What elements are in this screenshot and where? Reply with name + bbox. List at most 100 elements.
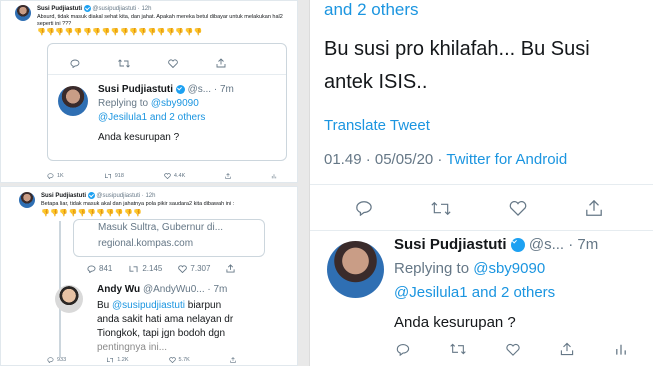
verified-badge-icon bbox=[87, 192, 95, 199]
retweet-button[interactable]: 2.145 bbox=[128, 264, 162, 273]
verified-badge-icon bbox=[175, 84, 185, 94]
mention-link[interactable]: @susipudjiastuti bbox=[112, 300, 185, 311]
thumbs-down-emojis: 👎👎👎👎👎👎👎👎👎👎👎 bbox=[41, 210, 143, 217]
reply-button[interactable]: 933 bbox=[47, 357, 66, 363]
share-icon[interactable] bbox=[560, 342, 574, 356]
replying-others-link[interactable]: @Jesilula1 and 2 others bbox=[394, 284, 555, 301]
tweet-panel-top-left: Susi Pudjiastuti @susipudjiastuti · 12h … bbox=[0, 0, 298, 183]
share-icon[interactable] bbox=[226, 264, 235, 273]
retweet-button[interactable] bbox=[450, 343, 466, 355]
author-name[interactable]: Susi Pudjiastuti bbox=[98, 84, 173, 95]
author-name[interactable]: Susi Pudjiastuti bbox=[37, 6, 82, 12]
divider bbox=[310, 184, 653, 185]
reply-handle-time: @s... · 7m bbox=[187, 84, 234, 95]
divider bbox=[48, 74, 286, 75]
tweet-text: Bu susi pro khilafah... Bu Susi antek IS… bbox=[324, 33, 590, 99]
tweet-actions bbox=[355, 199, 603, 217]
reply-header: Susi Pudjiastuti @s... · 7m bbox=[394, 236, 598, 253]
embedded-actions bbox=[70, 58, 226, 68]
reply-text-line1-rest: biarpun bbox=[187, 300, 222, 311]
reply-count: 1K bbox=[57, 173, 64, 179]
tweet-text-line2: antek ISIS.. bbox=[324, 71, 428, 93]
verified-badge-icon bbox=[510, 238, 525, 253]
tweet-actions: 933 1.2K 5.7K bbox=[47, 357, 242, 363]
replying-prefix: Replying to bbox=[98, 98, 149, 109]
reply-header: Susi Pudjiastuti @s... · 7m bbox=[98, 84, 234, 95]
replying-prefix: Replying to bbox=[394, 260, 470, 277]
replying-to: Replying to @sby9090 bbox=[394, 260, 545, 277]
mention-link[interactable]: @sby9090 bbox=[473, 260, 545, 277]
retweet-count: 918 bbox=[114, 173, 124, 179]
share-icon[interactable] bbox=[230, 357, 236, 363]
card-title: Masuk Sultra, Gubernur di... bbox=[98, 222, 224, 233]
retweet-button[interactable] bbox=[431, 201, 451, 216]
tweet-source-link[interactable]: Twitter for Android bbox=[446, 151, 567, 168]
reply-button[interactable]: 1K bbox=[47, 173, 64, 179]
like-count: 4.4K bbox=[173, 173, 186, 179]
reply-button[interactable] bbox=[396, 343, 410, 356]
share-icon[interactable] bbox=[225, 173, 231, 179]
avatar[interactable] bbox=[58, 86, 88, 116]
avatar[interactable] bbox=[19, 192, 35, 208]
tweet-actions: 1K 918 4.4K bbox=[47, 173, 277, 179]
analytics-icon[interactable] bbox=[271, 173, 277, 179]
reply-text-line4: pentingnya ini... bbox=[97, 342, 168, 353]
tweet-timestamp: 01.49 · 05/05/20 · bbox=[324, 151, 443, 168]
reply-text: Anda kesurupan ? bbox=[394, 314, 516, 331]
like-button[interactable]: 7.307 bbox=[178, 264, 210, 273]
author-name[interactable]: Andy Wu bbox=[97, 284, 140, 295]
like-count: 5.7K bbox=[178, 357, 190, 363]
mention-link[interactable]: @sby9090 bbox=[151, 98, 199, 109]
embedded-reply-card[interactable]: Susi Pudjiastuti @s... · 7m Replying to … bbox=[47, 43, 287, 161]
tweet-text: Absurd, tidak masuk diakal sehat kita, d… bbox=[37, 14, 283, 27]
avatar[interactable] bbox=[55, 285, 83, 313]
retweet-button[interactable]: 1.2K bbox=[106, 357, 129, 363]
tweet-detail-panel: and 2 others Bu susi pro khilafah... Bu … bbox=[309, 0, 653, 366]
card-actions: 841 2.145 7.307 bbox=[87, 264, 235, 273]
tweet-header: Susi Pudjiastuti @susipudjiastuti · 12h bbox=[37, 5, 151, 12]
tweet-panel-bottom-left: Susi Pudjiastuti @susipudjiastuti · 12h … bbox=[0, 186, 298, 366]
reply-text: Bu @susipudjiastuti biarpun anda sakit h… bbox=[97, 299, 293, 355]
reply-button[interactable] bbox=[355, 200, 373, 216]
author-handle-time: @susipudjiastuti · 12h bbox=[96, 193, 156, 200]
card-url[interactable]: regional.kompas.com bbox=[98, 238, 193, 249]
like-button[interactable] bbox=[509, 200, 527, 216]
retweet-count: 2.145 bbox=[142, 264, 163, 273]
reply-header: Andy Wu @AndyWu0... · 7m bbox=[97, 284, 227, 295]
reply-count: 933 bbox=[57, 357, 67, 363]
replying-to: Replying to @sby9090 bbox=[98, 98, 199, 109]
author-name[interactable]: Susi Pudjiastuti bbox=[394, 236, 507, 253]
analytics-icon[interactable] bbox=[614, 342, 628, 356]
reply-text: Anda kesurupan ? bbox=[98, 132, 180, 143]
like-button[interactable] bbox=[506, 343, 520, 356]
reply-handle-time: @AndyWu0... · 7m bbox=[142, 284, 228, 295]
replying-others-link[interactable]: @Jesilula1 and 2 others bbox=[98, 112, 205, 123]
author-handle-time: @susipudjiastuti · 12h bbox=[92, 6, 152, 13]
author-name[interactable]: Susi Pudjiastuti bbox=[41, 193, 86, 199]
verified-badge-icon bbox=[83, 5, 91, 12]
share-icon[interactable] bbox=[585, 199, 603, 217]
thumbs-down-emojis: 👎👎👎👎👎👎👎👎👎👎👎👎👎👎👎👎👎👎 bbox=[37, 29, 203, 36]
retweet-icon[interactable] bbox=[118, 58, 130, 68]
translate-tweet-link[interactable]: Translate Tweet bbox=[324, 117, 430, 134]
reply-text-line2: anda sakit hati ama nelayan dr bbox=[97, 314, 234, 325]
avatar[interactable] bbox=[15, 5, 31, 21]
reply-button[interactable]: 841 bbox=[87, 264, 112, 273]
tweet-meta: 01.49 · 05/05/20 · Twitter for Android bbox=[324, 151, 567, 168]
like-button[interactable]: 4.4K bbox=[164, 173, 185, 179]
retweet-button[interactable]: 918 bbox=[104, 173, 124, 179]
reply-count: 841 bbox=[99, 264, 113, 273]
reply-actions bbox=[396, 342, 628, 356]
like-button[interactable]: 5.7K bbox=[168, 357, 190, 363]
link-card[interactable]: Masuk Sultra, Gubernur di... regional.ko… bbox=[73, 219, 265, 257]
avatar[interactable] bbox=[327, 241, 384, 298]
and-others-link[interactable]: and 2 others bbox=[324, 0, 419, 20]
reply-text-line3: Tiongkok, tapi jgn bodoh dgn bbox=[97, 328, 226, 339]
tweet-text: Betapa liar, tidak masuk akal dan jahatn… bbox=[41, 201, 235, 207]
tweet-text-line1: Bu susi pro khilafah... Bu Susi bbox=[324, 38, 590, 60]
like-icon[interactable] bbox=[168, 58, 178, 68]
share-icon[interactable] bbox=[216, 58, 226, 68]
divider bbox=[310, 230, 653, 231]
like-count: 7.307 bbox=[190, 264, 211, 273]
reply-icon[interactable] bbox=[70, 59, 80, 68]
